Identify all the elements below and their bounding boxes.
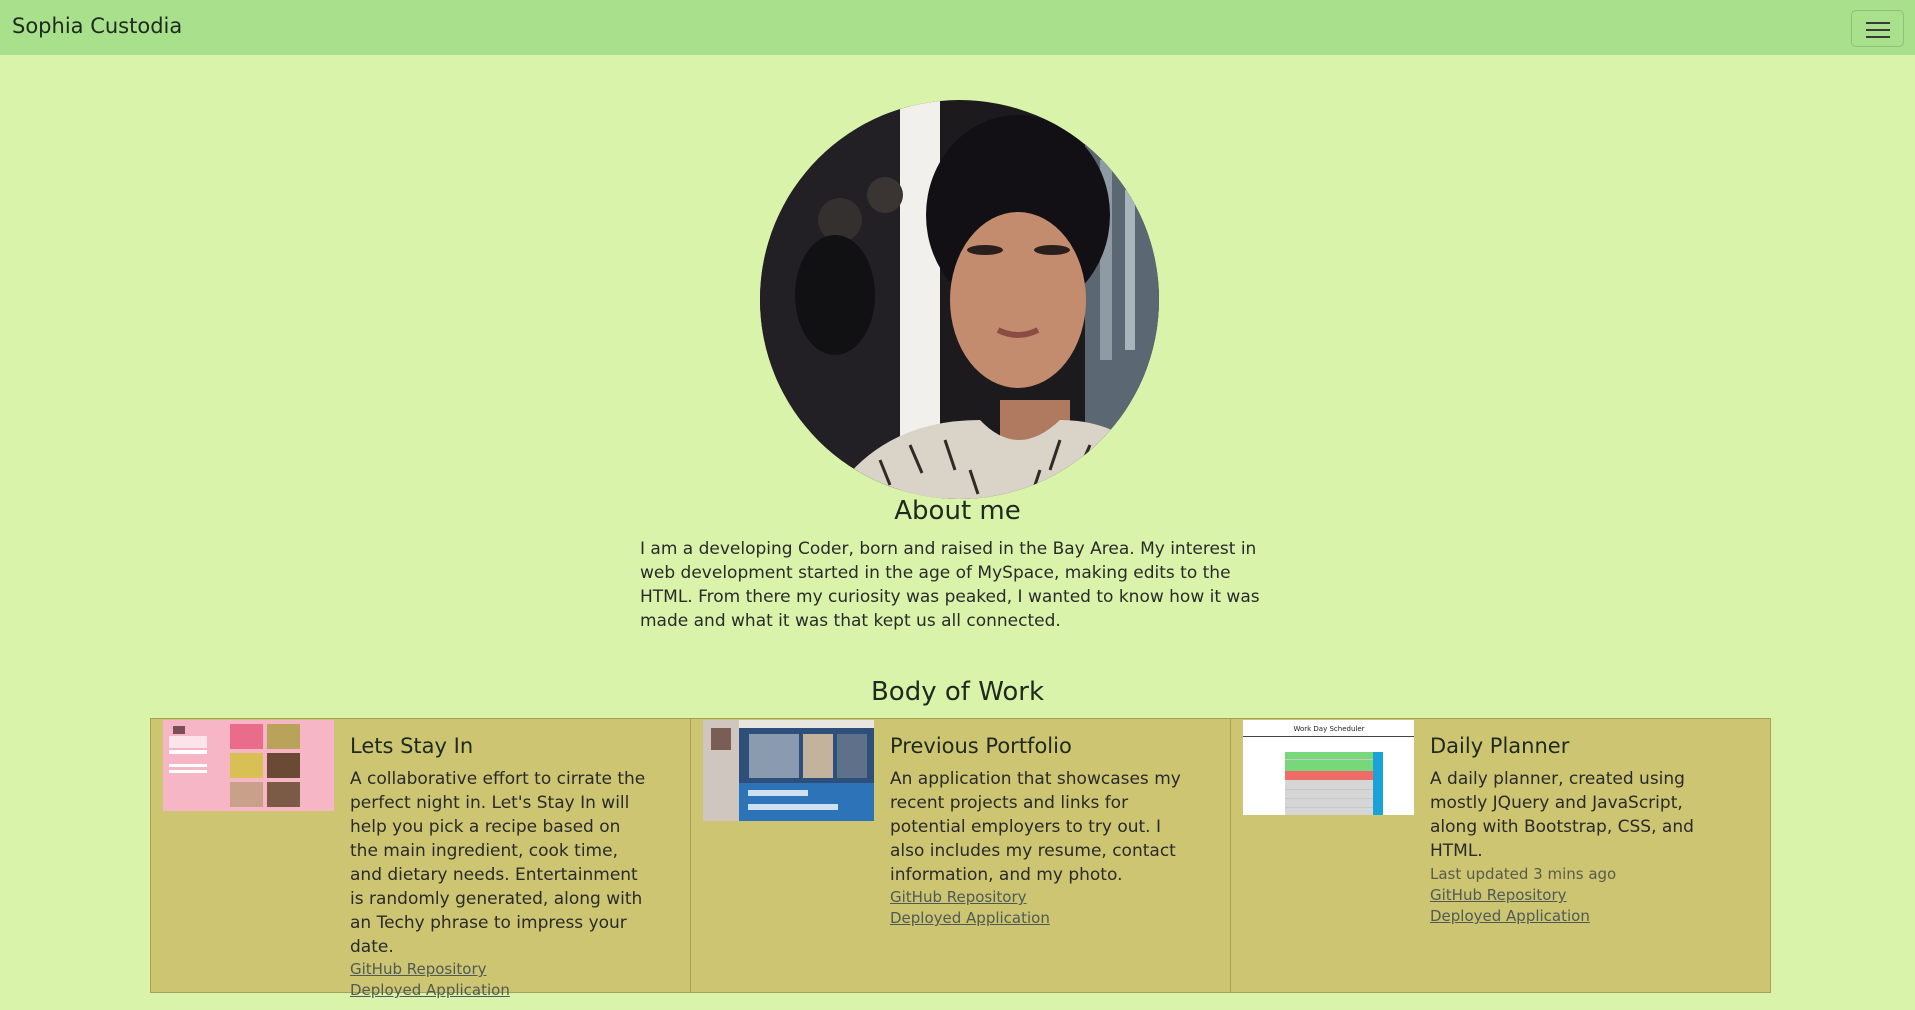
card-text: A collaborative effort to cirrate the pe…: [350, 769, 646, 957]
work-title: Body of Work: [870, 677, 1045, 707]
navbar: Sophia Custodia: [0, 0, 1915, 55]
about-title: About me: [894, 496, 1021, 526]
deployed-application-link[interactable]: Deployed Application: [890, 908, 1190, 929]
hamburger-icon: [1866, 22, 1890, 24]
card-title: Lets Stay In: [350, 734, 474, 758]
deployed-application-link[interactable]: Deployed Application: [1430, 906, 1730, 927]
brand-link[interactable]: Sophia Custodia: [12, 14, 182, 38]
card-text: A daily planner, created using mostly JQ…: [1430, 769, 1694, 861]
github-repository-link[interactable]: GitHub Repository: [890, 887, 1190, 908]
card-title: Daily Planner: [1430, 734, 1570, 758]
menu-toggle-button[interactable]: [1851, 10, 1904, 47]
project-thumbnail: [163, 720, 334, 811]
deployed-application-link[interactable]: Deployed Application: [350, 980, 650, 1001]
project-thumbnail: Work Day Scheduler: [1243, 720, 1414, 815]
project-card: Previous Portfolio An application that s…: [690, 718, 1231, 993]
profile-photo: [760, 100, 1159, 499]
card-title: Previous Portfolio: [890, 734, 1072, 758]
card-body: Previous Portfolio An application that s…: [890, 733, 1190, 929]
thumbnail-title: Work Day Scheduler: [1293, 725, 1364, 733]
project-card: Lets Stay In A collaborative effort to c…: [150, 718, 691, 999]
last-updated-text: Last updated 3 mins ago: [1430, 865, 1617, 883]
card-body: Lets Stay In A collaborative effort to c…: [350, 733, 650, 1001]
card-text: An application that showcases my recent …: [890, 769, 1181, 885]
card-body: Daily Planner A daily planner, created u…: [1430, 733, 1730, 927]
github-repository-link[interactable]: GitHub Repository: [1430, 885, 1730, 906]
github-repository-link[interactable]: GitHub Repository: [350, 959, 650, 980]
project-card: Work Day Scheduler Daily Planner A daily…: [1230, 718, 1771, 993]
about-text: I am a developing Coder, born and raised…: [640, 539, 1260, 631]
project-thumbnail: [703, 720, 874, 821]
